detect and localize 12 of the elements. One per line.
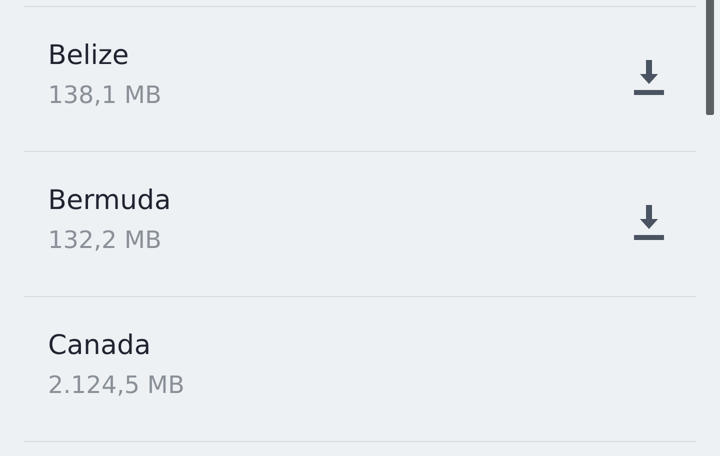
scrollbar-thumb[interactable] (706, 0, 714, 115)
download-icon[interactable] (634, 205, 664, 241)
list-row[interactable]: Bermuda 132,2 MB (24, 151, 696, 296)
list-row[interactable]: Canada 2.124,5 MB (24, 296, 696, 442)
file-size: 138,1 MB (48, 80, 163, 111)
list-row[interactable]: Belize 138,1 MB (24, 6, 696, 151)
region-name: Bermuda (48, 184, 172, 218)
download-icon[interactable] (634, 60, 664, 96)
file-size: 2.124,5 MB (48, 370, 186, 401)
file-size: 132,2 MB (48, 225, 163, 256)
region-name: Belize (48, 39, 130, 73)
region-name: Canada (48, 329, 152, 363)
